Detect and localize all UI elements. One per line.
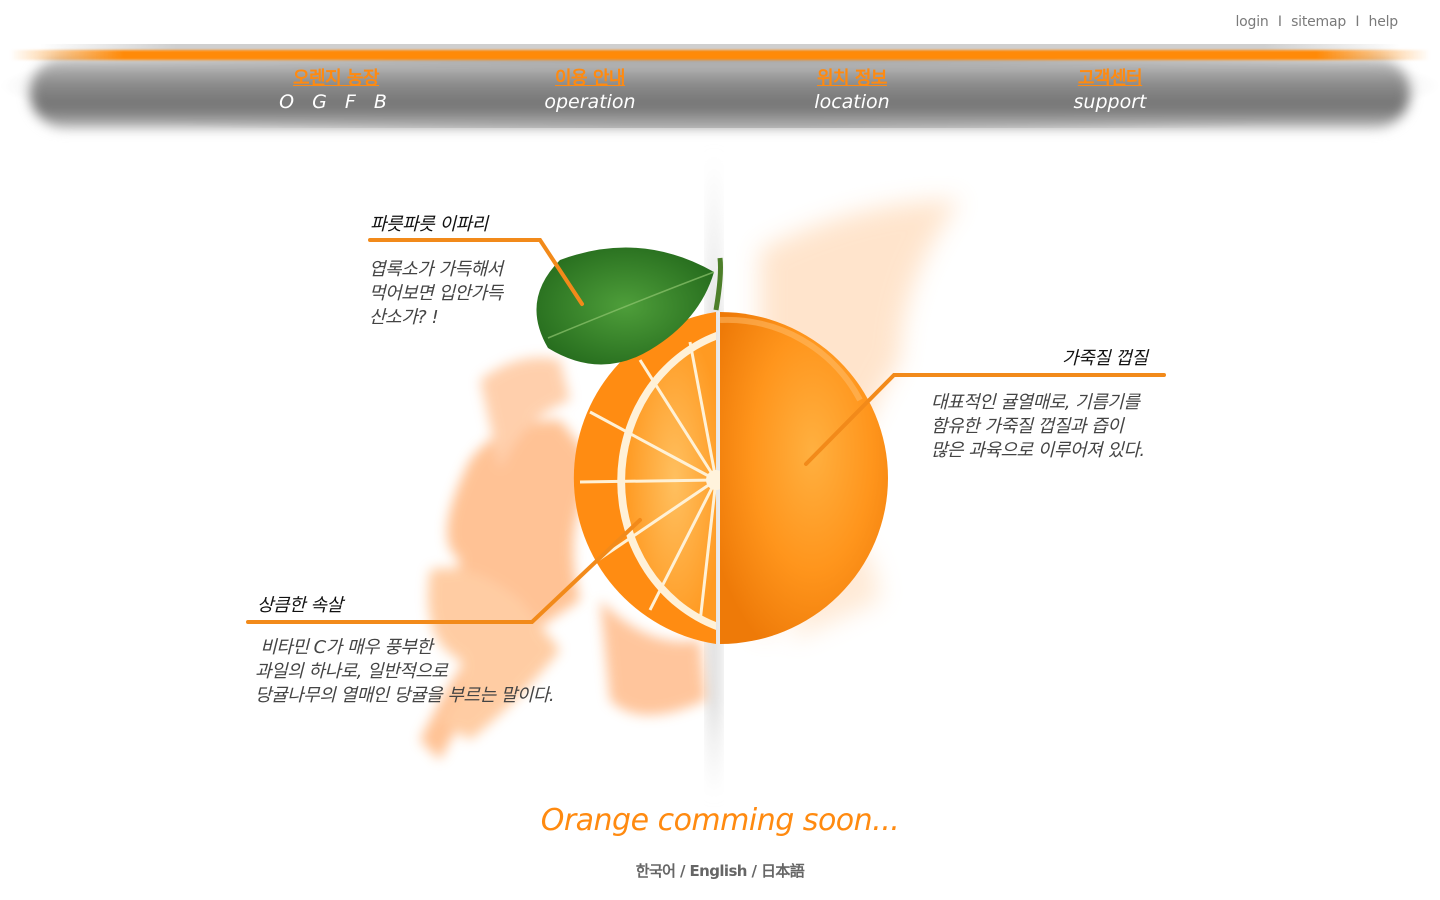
annotation-line: 비타민 C가 매우 풍부한 — [255, 637, 433, 658]
lang-separator: / — [675, 862, 690, 880]
lang-english-link[interactable]: English — [690, 862, 748, 880]
lang-separator: / — [746, 862, 761, 880]
annotation-line: 먹어보면 입안가득 — [369, 283, 503, 304]
annotation-line: 엽록소가 가득해서 — [369, 259, 503, 280]
annotation-body-flesh: 비타민 C가 매우 풍부한 과일의 하나로, 일반적으로 당귤나무의 열매인 당… — [255, 636, 555, 708]
annotation-title-leaf: 파릇파릇 이파리 — [370, 214, 488, 235]
annotation-line: 당귤나무의 열매인 당귤을 부르는 말이다. — [255, 685, 555, 706]
annotation-body-peel: 대표적인 귤열매로, 기름기를 함유한 가죽질 껍질과 즙이 많은 과육으로 이… — [931, 391, 1145, 463]
language-selector: 한국어 / English / 日本語 — [0, 860, 1440, 881]
annotation-body-leaf: 엽록소가 가득해서 먹어보면 입안가득 산소가? ! — [369, 258, 503, 330]
annotation-line: 대표적인 귤열매로, 기름기를 — [931, 392, 1140, 413]
annotation-line: 많은 과육으로 이루어져 있다. — [931, 440, 1145, 461]
annotation-title-peel: 가죽질 껍질 — [1062, 348, 1148, 369]
lang-japanese-link[interactable]: 日本語 — [761, 862, 805, 880]
orange-illustration — [246, 150, 1166, 800]
coming-soon-heading: Orange comming soon... — [540, 803, 900, 838]
annotation-line: 함유한 가죽질 껍질과 즙이 — [931, 416, 1124, 437]
annotation-title-flesh: 상큼한 속살 — [257, 595, 343, 616]
lang-korean-link[interactable]: 한국어 — [636, 862, 676, 880]
annotation-line: 산소가? ! — [369, 307, 439, 328]
annotation-line: 과일의 하나로, 일반적으로 — [255, 661, 448, 682]
